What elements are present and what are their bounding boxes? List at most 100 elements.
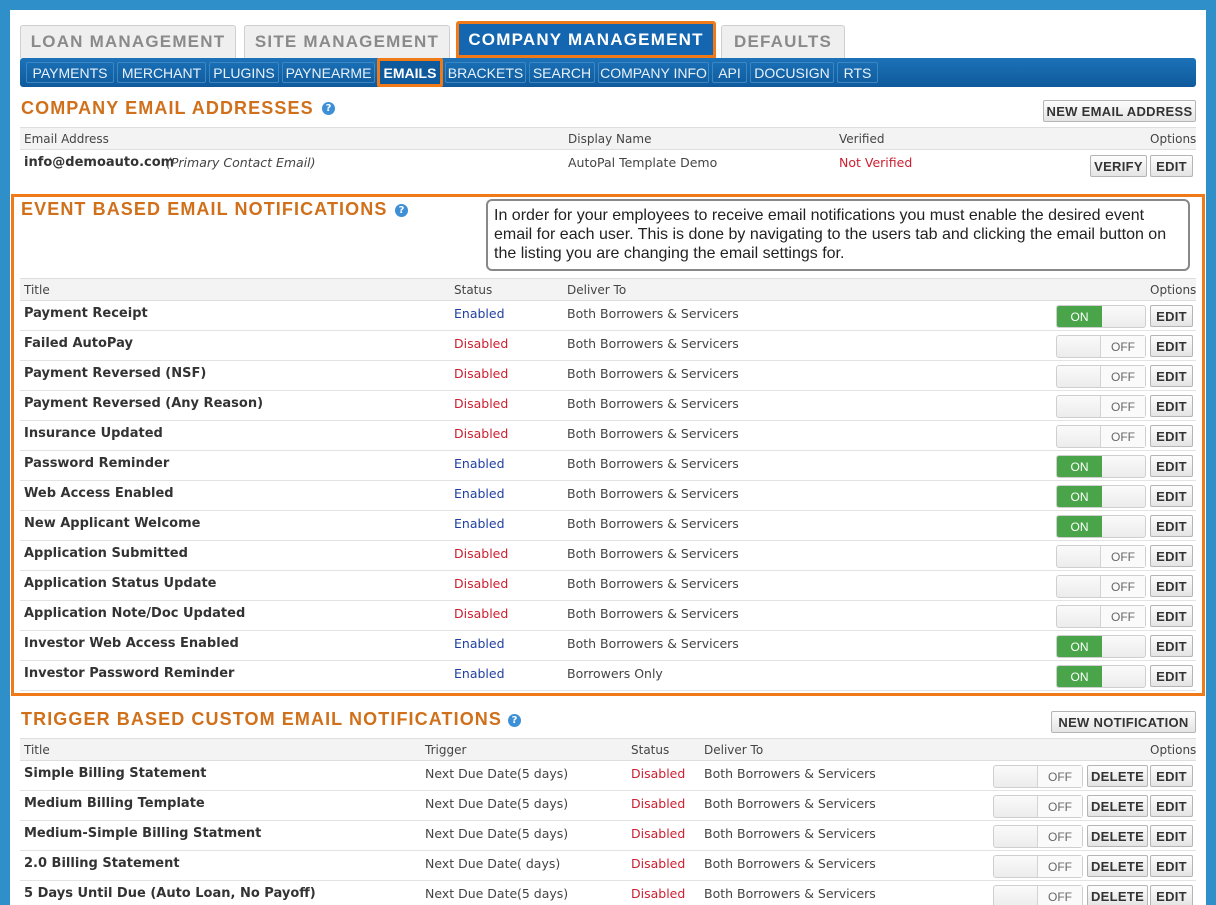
status-toggle[interactable]: OFF: [1056, 605, 1146, 628]
subtab-emails[interactable]: EMAILS: [377, 58, 443, 87]
tab-defaults[interactable]: DEFAULTS: [721, 25, 845, 58]
edit-button[interactable]: EDIT: [1150, 395, 1193, 417]
status-toggle[interactable]: OFF: [1056, 335, 1146, 358]
status-text: Disabled: [631, 856, 686, 871]
edit-button[interactable]: EDIT: [1150, 545, 1193, 567]
status-toggle[interactable]: OFF: [1056, 395, 1146, 418]
table-row: Application Note/Doc Updated Disabled Both…: [20, 601, 1196, 631]
edit-button[interactable]: EDIT: [1150, 305, 1193, 327]
status-toggle[interactable]: ON: [1056, 665, 1146, 688]
deliver-to: Both Borrowers & Servicers: [704, 766, 876, 781]
subtab-company-info[interactable]: COMPANY INFO: [598, 62, 709, 83]
status-text: Enabled: [454, 516, 505, 531]
tab-company-management[interactable]: COMPANY MANAGEMENT: [456, 21, 716, 58]
notification-title: Medium Billing Template: [24, 796, 205, 811]
table-row: Payment Reversed (NSF) Disabled Both Borro…: [20, 361, 1196, 391]
deliver-to: Both Borrowers & Servicers: [704, 886, 876, 901]
edit-button[interactable]: EDIT: [1150, 825, 1193, 847]
deliver-to: Both Borrowers & Servicers: [704, 856, 876, 871]
toggle-off-label: OFF: [1100, 606, 1145, 627]
edit-button[interactable]: EDIT: [1150, 455, 1193, 477]
toggle-on-label: ON: [1057, 516, 1102, 537]
help-icon[interactable]: ?: [322, 102, 335, 115]
toggle-off-label: OFF: [1037, 796, 1082, 817]
trigger-days: (5 days): [517, 766, 569, 781]
trigger-text: Next Due Date: [425, 826, 518, 841]
toggle-off-label: OFF: [1037, 766, 1082, 787]
subtab-paynearme[interactable]: PAYNEARME: [282, 62, 375, 83]
edit-button[interactable]: EDIT: [1150, 485, 1193, 507]
header-title: Title: [24, 743, 50, 757]
deliver-to: Borrowers Only: [567, 666, 663, 681]
subtab-rts[interactable]: RTS: [837, 62, 878, 83]
toggle-off-label: OFF: [1100, 426, 1145, 447]
edit-button[interactable]: EDIT: [1150, 665, 1193, 687]
status-text: Disabled: [631, 766, 686, 781]
subtab-payments[interactable]: PAYMENTS: [26, 62, 114, 83]
delete-button[interactable]: DELETE: [1087, 885, 1148, 905]
edit-button[interactable]: EDIT: [1150, 795, 1193, 817]
status-toggle[interactable]: ON: [1056, 305, 1146, 328]
header-deliver-to: Deliver To: [567, 283, 627, 297]
edit-button[interactable]: EDIT: [1150, 515, 1193, 537]
edit-button[interactable]: EDIT: [1150, 575, 1193, 597]
status-text: Enabled: [454, 486, 505, 501]
status-toggle[interactable]: OFF: [1056, 575, 1146, 598]
toggle-off-label: OFF: [1037, 826, 1082, 847]
status-toggle[interactable]: ON: [1056, 635, 1146, 658]
help-icon[interactable]: ?: [508, 714, 521, 727]
table-row: 5 Days Until Due (Auto Loan, No Payoff) N…: [20, 881, 1196, 905]
tab-loan-management[interactable]: LOAN MANAGEMENT: [20, 25, 236, 58]
edit-button[interactable]: EDIT: [1150, 335, 1193, 357]
notification-title: Investor Web Access Enabled: [24, 636, 239, 651]
trigger-text: Next Due Date: [425, 886, 518, 901]
trigger-days: ( days): [517, 856, 561, 871]
notification-title: Payment Reversed (NSF): [24, 366, 207, 381]
delete-button[interactable]: DELETE: [1087, 795, 1148, 817]
deliver-to: Both Borrowers & Servicers: [567, 306, 739, 321]
subtab-merchant[interactable]: MERCHANT: [117, 62, 206, 83]
header-status: Status: [454, 283, 493, 297]
edit-button[interactable]: EDIT: [1150, 855, 1193, 877]
delete-button[interactable]: DELETE: [1087, 765, 1148, 787]
status-toggle[interactable]: OFF: [993, 795, 1083, 818]
subtab-api[interactable]: API: [712, 62, 747, 83]
status-toggle[interactable]: ON: [1056, 515, 1146, 538]
status-toggle[interactable]: ON: [1056, 485, 1146, 508]
table-row: 2.0 Billing Statement Next Due Date( days…: [20, 851, 1196, 881]
subtab-brackets[interactable]: BRACKETS: [445, 62, 526, 83]
edit-button[interactable]: EDIT: [1150, 635, 1193, 657]
new-notification-button[interactable]: NEW NOTIFICATION: [1051, 711, 1196, 733]
edit-button[interactable]: EDIT: [1150, 155, 1193, 177]
status-toggle[interactable]: OFF: [993, 885, 1083, 905]
edit-button[interactable]: EDIT: [1150, 425, 1193, 447]
status-text: Disabled: [454, 576, 509, 591]
header-verified: Verified: [839, 132, 885, 146]
new-email-address-button[interactable]: NEW EMAIL ADDRESS: [1043, 100, 1196, 122]
delete-button[interactable]: DELETE: [1087, 825, 1148, 847]
notification-title: Investor Password Reminder: [24, 666, 235, 681]
status-toggle[interactable]: OFF: [993, 855, 1083, 878]
status-toggle[interactable]: OFF: [1056, 425, 1146, 448]
edit-button[interactable]: EDIT: [1150, 365, 1193, 387]
verify-button[interactable]: VERIFY: [1090, 155, 1147, 177]
deliver-to: Both Borrowers & Servicers: [567, 516, 739, 531]
delete-button[interactable]: DELETE: [1087, 855, 1148, 877]
edit-button[interactable]: EDIT: [1150, 885, 1193, 905]
status-toggle[interactable]: OFF: [1056, 545, 1146, 568]
status-toggle[interactable]: OFF: [993, 765, 1083, 788]
edit-button[interactable]: EDIT: [1150, 765, 1193, 787]
edit-button[interactable]: EDIT: [1150, 605, 1193, 627]
deliver-to: Both Borrowers & Servicers: [567, 456, 739, 471]
status-toggle[interactable]: ON: [1056, 455, 1146, 478]
status-toggle[interactable]: OFF: [1056, 365, 1146, 388]
tab-site-management[interactable]: SITE MANAGEMENT: [244, 25, 450, 58]
toggle-off-label: OFF: [1037, 886, 1082, 905]
subtab-search[interactable]: SEARCH: [529, 62, 595, 83]
help-icon[interactable]: ?: [395, 204, 408, 217]
subtab-plugins[interactable]: PLUGINS: [209, 62, 279, 83]
status-toggle[interactable]: OFF: [993, 825, 1083, 848]
notification-title: Insurance Updated: [24, 426, 163, 441]
subtab-docusign[interactable]: DOCUSIGN: [750, 62, 834, 83]
table-row: Investor Password Reminder Enabled Borrowe…: [20, 661, 1196, 691]
